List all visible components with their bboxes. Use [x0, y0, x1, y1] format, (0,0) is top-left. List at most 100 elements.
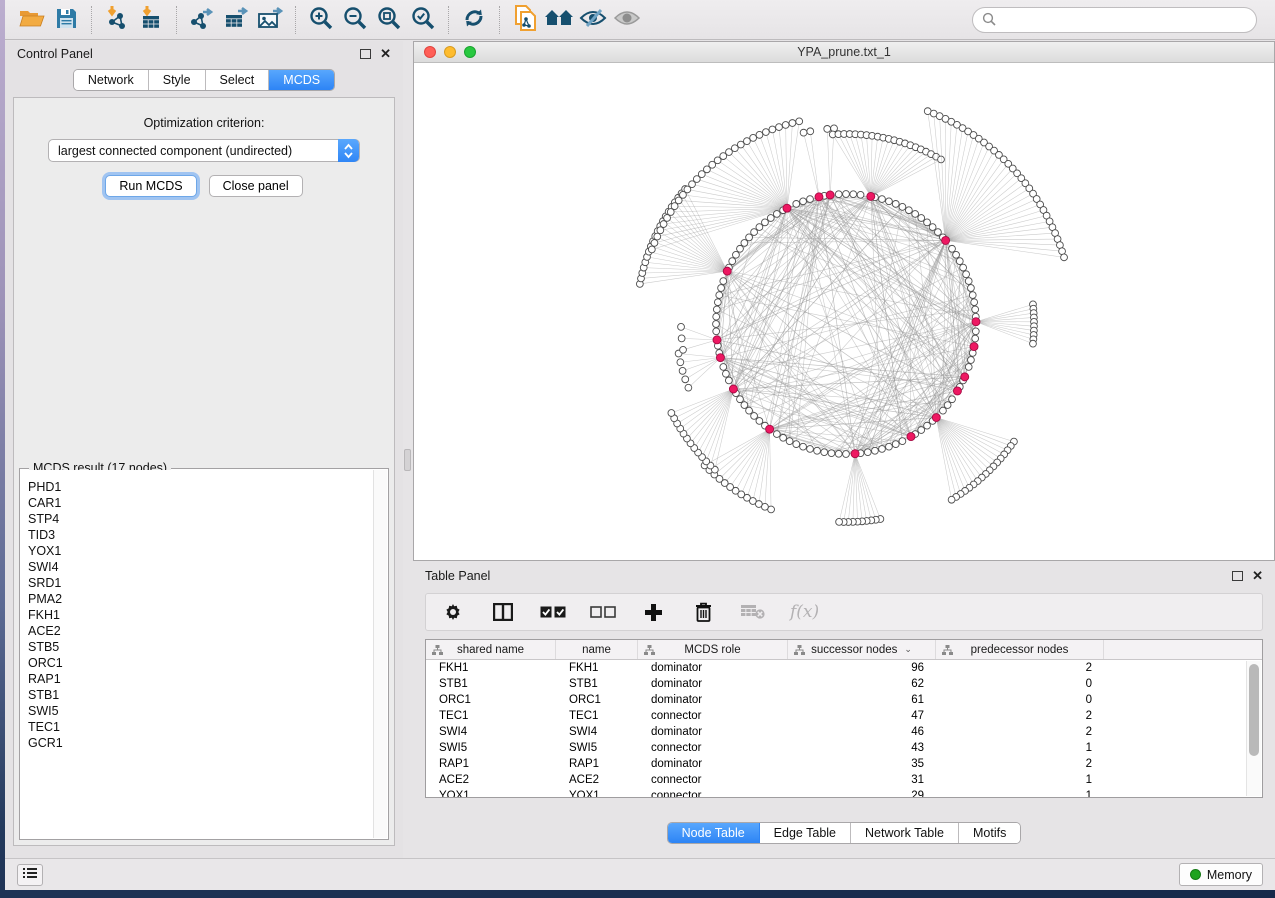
ring-node[interactable]: [857, 191, 864, 198]
float-panel-icon[interactable]: [360, 49, 371, 59]
zoom-selected-button[interactable]: [406, 4, 440, 36]
ring-node[interactable]: [918, 427, 925, 434]
ring-node[interactable]: [718, 285, 725, 292]
result-node[interactable]: PHD1: [28, 479, 373, 495]
ring-node[interactable]: [720, 278, 727, 285]
ring-node[interactable]: [814, 447, 821, 454]
leaf-node[interactable]: [682, 376, 689, 383]
cell-predecessor-nodes[interactable]: 2: [936, 662, 1104, 674]
mcds-hub-node[interactable]: [970, 343, 978, 351]
run-mcds-button[interactable]: Run MCDS: [105, 175, 196, 197]
table-row[interactable]: ORC1ORC1dominator610: [426, 692, 1262, 708]
open-file-button[interactable]: [15, 4, 49, 36]
ring-node[interactable]: [713, 321, 720, 328]
leaf-node[interactable]: [680, 346, 687, 353]
ring-node[interactable]: [850, 191, 857, 198]
task-history-button[interactable]: [17, 864, 43, 886]
leaf-node[interactable]: [789, 120, 796, 127]
result-node[interactable]: ORC1: [28, 655, 373, 671]
ring-node[interactable]: [713, 328, 720, 335]
table-row[interactable]: ACE2ACE2connector311: [426, 772, 1262, 788]
ring-node[interactable]: [879, 446, 886, 453]
ring-node[interactable]: [762, 219, 769, 226]
ring-node[interactable]: [741, 240, 748, 247]
table-settings-button[interactable]: [440, 599, 466, 625]
ring-node[interactable]: [793, 200, 800, 207]
ring-node[interactable]: [780, 434, 787, 441]
cell-predecessor-nodes[interactable]: 1: [936, 742, 1104, 754]
mcds-hub-node[interactable]: [953, 387, 961, 395]
ring-node[interactable]: [835, 191, 842, 198]
ring-node[interactable]: [872, 447, 879, 454]
ring-node[interactable]: [944, 402, 951, 409]
zoom-in-button[interactable]: [304, 4, 338, 36]
cell-predecessor-nodes[interactable]: 1: [936, 790, 1104, 798]
refresh-layout-button[interactable]: [457, 4, 491, 36]
mcds-hub-node[interactable]: [826, 191, 834, 199]
ring-node[interactable]: [963, 271, 970, 278]
cell-MCDS-role[interactable]: dominator: [638, 694, 788, 706]
ring-node[interactable]: [807, 446, 814, 453]
vertical-splitter[interactable]: [403, 41, 413, 858]
table-row[interactable]: TEC1TEC1connector472: [426, 708, 1262, 724]
cell-MCDS-role[interactable]: connector: [638, 790, 788, 798]
ring-node[interactable]: [953, 251, 960, 258]
ring-node[interactable]: [713, 313, 720, 320]
ring-node[interactable]: [972, 306, 979, 313]
column-header-MCDS-role[interactable]: MCDS role: [638, 640, 788, 659]
leaf-node[interactable]: [776, 124, 783, 131]
tab-edge-table[interactable]: Edge Table: [760, 823, 851, 843]
network-view[interactable]: [414, 63, 1274, 560]
ring-node[interactable]: [807, 196, 814, 203]
mcds-hub-node[interactable]: [907, 433, 915, 441]
cell-shared-name[interactable]: STB1: [426, 678, 556, 690]
leaf-node[interactable]: [678, 323, 685, 330]
ring-node[interactable]: [767, 215, 774, 222]
deselect-all-button[interactable]: [590, 599, 616, 625]
leaf-node[interactable]: [769, 126, 776, 133]
ring-node[interactable]: [835, 450, 842, 457]
hide-selected-button[interactable]: [576, 4, 610, 36]
close-panel-button[interactable]: Close panel: [209, 175, 303, 197]
ring-node[interactable]: [912, 211, 919, 218]
ring-node[interactable]: [751, 413, 758, 420]
cell-name[interactable]: FKH1: [556, 662, 638, 674]
ring-node[interactable]: [737, 396, 744, 403]
ring-node[interactable]: [729, 258, 736, 265]
cell-name[interactable]: SWI5: [556, 742, 638, 754]
result-node[interactable]: ACE2: [28, 623, 373, 639]
leaf-node[interactable]: [654, 233, 661, 240]
result-node[interactable]: SWI4: [28, 559, 373, 575]
column-header-predecessor-nodes[interactable]: predecessor nodes: [936, 640, 1104, 659]
ring-node[interactable]: [828, 450, 835, 457]
cell-shared-name[interactable]: FKH1: [426, 662, 556, 674]
cell-shared-name[interactable]: RAP1: [426, 758, 556, 770]
ring-node[interactable]: [892, 441, 899, 448]
ring-node[interactable]: [722, 370, 729, 377]
table-row[interactable]: SWI5SWI5connector431: [426, 740, 1262, 756]
save-session-button[interactable]: [49, 4, 83, 36]
cell-MCDS-role[interactable]: dominator: [638, 758, 788, 770]
ring-node[interactable]: [720, 364, 727, 371]
float-panel-icon[interactable]: [1232, 571, 1243, 581]
tab-node-table[interactable]: Node Table: [668, 823, 760, 843]
leaf-node[interactable]: [744, 138, 751, 145]
mcds-hub-node[interactable]: [716, 354, 724, 362]
mcds-hub-node[interactable]: [942, 236, 950, 244]
ring-node[interactable]: [756, 224, 763, 231]
ring-node[interactable]: [800, 443, 807, 450]
result-node[interactable]: YOX1: [28, 543, 373, 559]
mcds-hub-node[interactable]: [932, 414, 940, 422]
leaf-node[interactable]: [668, 410, 675, 417]
table-row[interactable]: STB1STB1dominator620: [426, 676, 1262, 692]
ring-node[interactable]: [899, 438, 906, 445]
cell-name[interactable]: STB1: [556, 678, 638, 690]
ring-node[interactable]: [879, 196, 886, 203]
import-table-button[interactable]: [134, 4, 168, 36]
result-node[interactable]: SWI5: [28, 703, 373, 719]
leaf-node[interactable]: [938, 156, 945, 163]
leaf-node[interactable]: [651, 240, 658, 247]
ring-node[interactable]: [733, 251, 740, 258]
ring-node[interactable]: [746, 407, 753, 414]
mcds-hub-node[interactable]: [867, 192, 875, 200]
